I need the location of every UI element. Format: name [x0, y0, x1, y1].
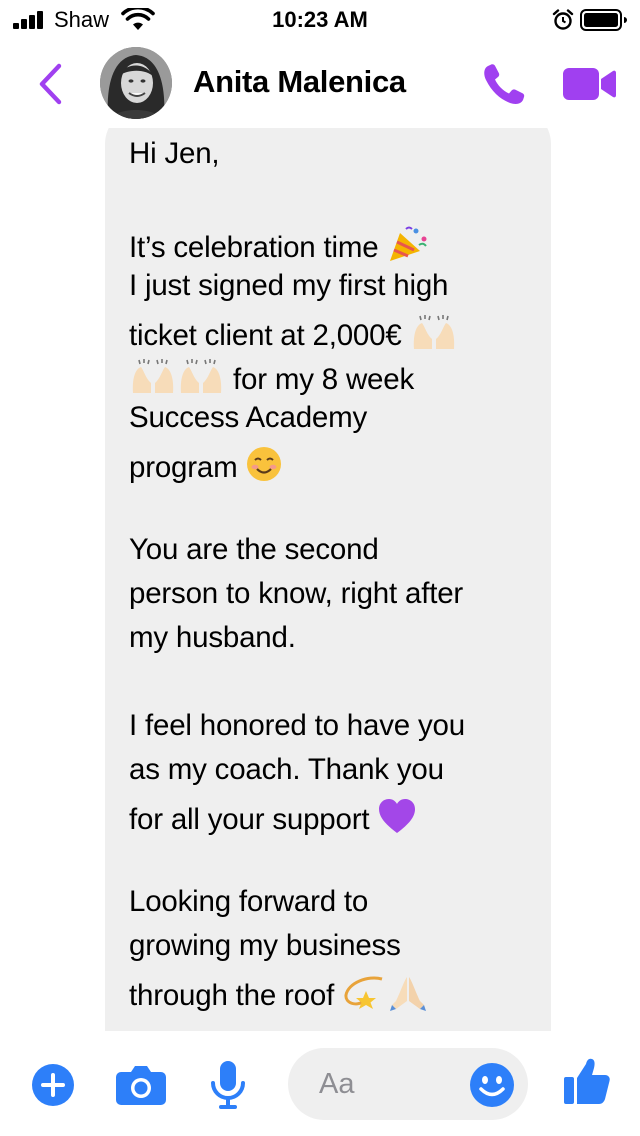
purple-heart-icon [379, 799, 416, 833]
message-line: my husband. [129, 621, 296, 654]
alarm-icon [552, 9, 574, 30]
raising-hands-icon [180, 359, 222, 393]
message-line: It’s celebration time [129, 225, 428, 265]
camera-icon[interactable] [115, 1064, 167, 1106]
message-composer: Aa [0, 1031, 640, 1136]
plus-icon[interactable] [31, 1063, 75, 1107]
video-call-icon[interactable] [561, 66, 617, 102]
party-popper-icon [390, 226, 428, 261]
message-input-placeholder: Aa [319, 1068, 355, 1100]
back-chevron-icon[interactable] [32, 62, 68, 106]
message-line: as my coach. Thank you [129, 753, 444, 786]
battery-icon [580, 9, 627, 31]
message-line: growing my business [129, 929, 401, 962]
contact-name[interactable]: Anita Malenica [193, 64, 406, 100]
message-line: for my 8 week [129, 357, 414, 397]
status-time: 10:23 AM [272, 7, 368, 32]
thumbs-up-icon[interactable] [562, 1056, 612, 1106]
emoji-icon[interactable] [469, 1062, 515, 1108]
message-line: program [129, 445, 283, 485]
message-line: through the roof [129, 973, 430, 1013]
message-thread[interactable]: Hi Jen, It’s celebration time I just sig… [0, 128, 640, 1031]
folded-hands-icon [390, 977, 427, 1011]
message-line: I feel honored to have you [129, 709, 465, 742]
smiling-face-icon [247, 447, 282, 481]
status-bar: Shaw 10:23 AM [0, 0, 640, 40]
conversation-header: Anita Malenica [0, 40, 640, 128]
raising-hands-icon [413, 315, 454, 349]
microphone-icon[interactable] [208, 1059, 248, 1111]
message-line: person to know, right after [129, 577, 464, 610]
message-line: Hi Jen, [129, 137, 220, 170]
message-input[interactable]: Aa [288, 1048, 528, 1120]
message-line: ticket client at 2,000€ [129, 313, 458, 353]
message-line: I just signed my first high [129, 269, 449, 302]
dizzy-icon [344, 976, 383, 1009]
message-line: for all your support [129, 797, 417, 837]
message-line: Success Academy [129, 401, 368, 434]
message-line: Looking forward to [129, 885, 369, 918]
contact-avatar[interactable] [100, 47, 172, 119]
message-line: You are the second [129, 533, 379, 566]
raising-hands-icon [132, 359, 174, 393]
avatar-photo-icon [100, 47, 172, 119]
phone-call-icon[interactable] [480, 60, 528, 108]
